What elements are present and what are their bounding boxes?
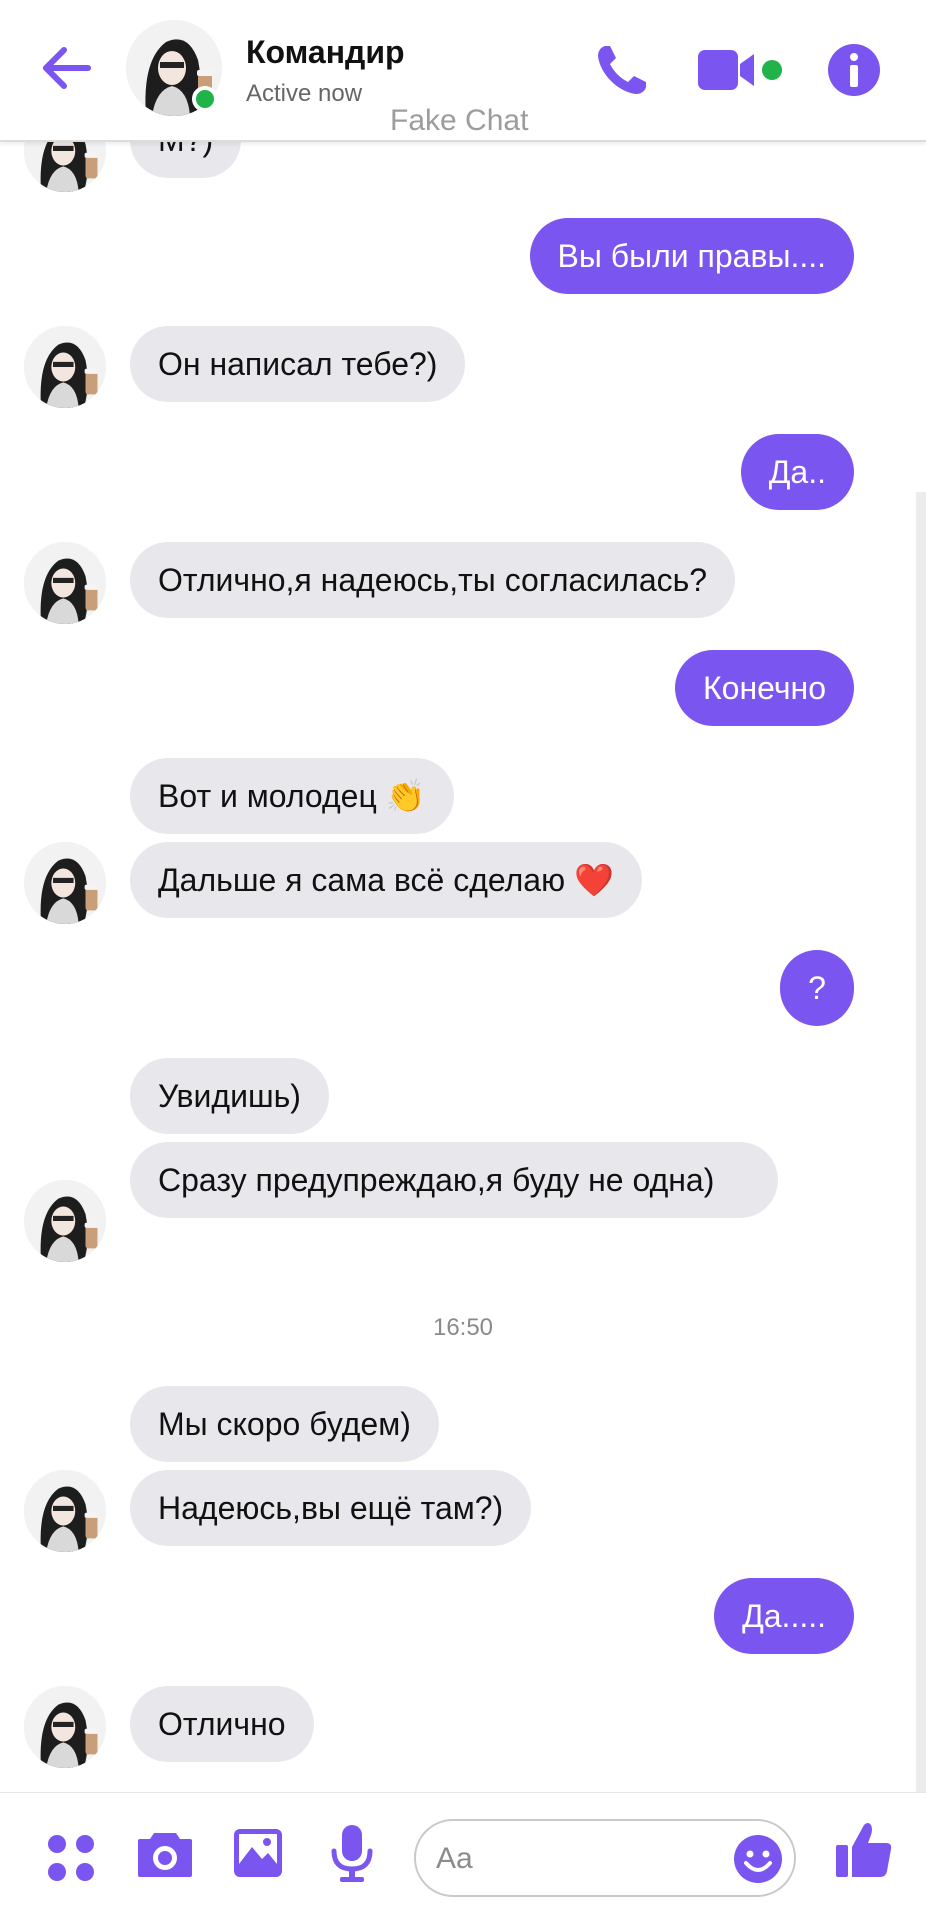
- contact-name[interactable]: Командир: [246, 34, 405, 71]
- message-input-box[interactable]: [414, 1819, 796, 1897]
- message-bubble-incoming[interactable]: Он написал тебе?): [130, 326, 466, 402]
- message-bubble-incoming[interactable]: Сразу предупреждаю,я буду не одна): [130, 1142, 778, 1218]
- message-bubble-incoming[interactable]: Отлично,я надеюсь,ты согласилась?: [130, 542, 736, 618]
- phone-icon[interactable]: [592, 40, 652, 100]
- message-bubble-incoming[interactable]: Дальше я сама всё сделаю ❤️: [130, 842, 642, 918]
- message-input[interactable]: [436, 1839, 696, 1879]
- avatar[interactable]: [24, 142, 106, 192]
- emoji-icon[interactable]: [732, 1833, 784, 1885]
- video-online-dot: [762, 60, 782, 80]
- message-bubble-incoming[interactable]: Вот и молодец 👏: [130, 758, 454, 834]
- message-bubble-outgoing[interactable]: Конечно: [675, 650, 854, 726]
- message-bubble-outgoing[interactable]: Да.....: [714, 1578, 854, 1654]
- scrollbar[interactable]: [916, 492, 926, 1792]
- message-bubble-outgoing[interactable]: Да..: [740, 434, 854, 510]
- composer-bar: [0, 1792, 926, 1920]
- info-icon[interactable]: [826, 42, 882, 98]
- avatar[interactable]: [24, 1180, 106, 1262]
- contact-status: Active now: [246, 80, 363, 107]
- online-indicator: [192, 86, 218, 112]
- message-bubble-incoming[interactable]: Увидишь): [130, 1058, 329, 1134]
- camera-icon[interactable]: [136, 1827, 194, 1884]
- avatar[interactable]: [24, 1470, 106, 1552]
- back-arrow-icon[interactable]: [38, 40, 94, 96]
- message-bubble-outgoing[interactable]: ?: [780, 950, 854, 1026]
- thumbs-up-icon[interactable]: [834, 1819, 894, 1886]
- avatar[interactable]: [24, 542, 106, 624]
- timestamp: 16:50: [432, 1314, 494, 1341]
- avatar[interactable]: [24, 1686, 106, 1768]
- apps-grid-icon[interactable]: [46, 1833, 96, 1888]
- message-bubble-incoming[interactable]: М?): [130, 142, 242, 178]
- message-bubble-incoming[interactable]: Надеюсь,вы ещё там?): [130, 1470, 532, 1546]
- message-bubble-incoming[interactable]: Мы скоро будем): [130, 1386, 439, 1462]
- image-icon[interactable]: [232, 1827, 284, 1884]
- video-camera-icon[interactable]: [696, 46, 760, 94]
- message-bubble-outgoing[interactable]: Вы были правы....: [529, 218, 854, 294]
- microphone-icon[interactable]: [330, 1823, 374, 1888]
- message-list[interactable]: М?) Вы были правы.... Он написал тебе?) …: [0, 142, 926, 1792]
- avatar[interactable]: [24, 326, 106, 408]
- avatar[interactable]: [24, 842, 106, 924]
- message-bubble-incoming[interactable]: Отлично: [130, 1686, 314, 1762]
- watermark: Fake Chat: [390, 104, 529, 137]
